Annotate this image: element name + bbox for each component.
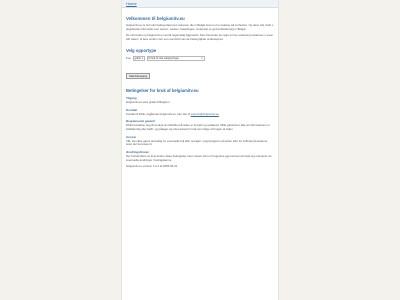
top-bar: Home — [122, 0, 278, 8]
type-select-value: gratis — [134, 56, 141, 60]
contact-text-body: Kontakt til DKE, angående belgiumitv.eu,… — [126, 111, 190, 116]
home-link[interactable]: Home — [126, 0, 137, 7]
region-prefix-label: Fra — [126, 56, 131, 61]
contact-email-link[interactable]: support@belgiumitv.eu — [191, 112, 219, 116]
main-content: Velkommen til belgiumitv.eu belgiumitv.e… — [122, 8, 278, 169]
contact-text: Kontakt til DKE, angående belgiumitv.eu,… — [126, 111, 274, 117]
chevron-down-icon: ▾ — [141, 56, 144, 60]
access-text: belgiumitv.eu eies gratis til Belgium. — [126, 99, 171, 104]
region-title: Velg opportype — [126, 47, 157, 53]
type-select[interactable]: gratis ▾ — [132, 55, 145, 61]
welcome-title: Velkommen til belgiumitv.eu — [126, 16, 185, 21]
welcome-paragraph-2: De informatie op belgiumitv.eu wordt reg… — [126, 33, 274, 42]
changes-text: Der forbeholdes ret til at ændre disse b… — [126, 154, 272, 162]
liability-text: Vilk. kan ikke gøres ansvarlig for event… — [126, 138, 268, 147]
warranty-text: DKE bestræber sig på at sikre at indhold… — [126, 123, 270, 131]
welcome-paragraph-1: belgiumitv.eu is het informatieportaal v… — [126, 23, 274, 31]
search-button[interactable]: Søk/videregang — [126, 72, 151, 79]
option-select-value: til sett til vise velopportype — [148, 56, 179, 60]
terms-title: Betingelser for bruk af belgiumitv.eu — [126, 87, 199, 93]
footer-text: belgiumitv.eu version 1.0.4 af 2005-06-0… — [126, 164, 178, 169]
option-select[interactable]: til sett til vise velopportype ▾ — [146, 55, 205, 61]
page-container: Home Velkommen til belgiumitv.eu belgium… — [121, 0, 279, 300]
region-form-row: Fra gratis ▾ til sett til vise velopport… — [126, 55, 274, 61]
chevron-down-icon: ▾ — [201, 56, 203, 60]
